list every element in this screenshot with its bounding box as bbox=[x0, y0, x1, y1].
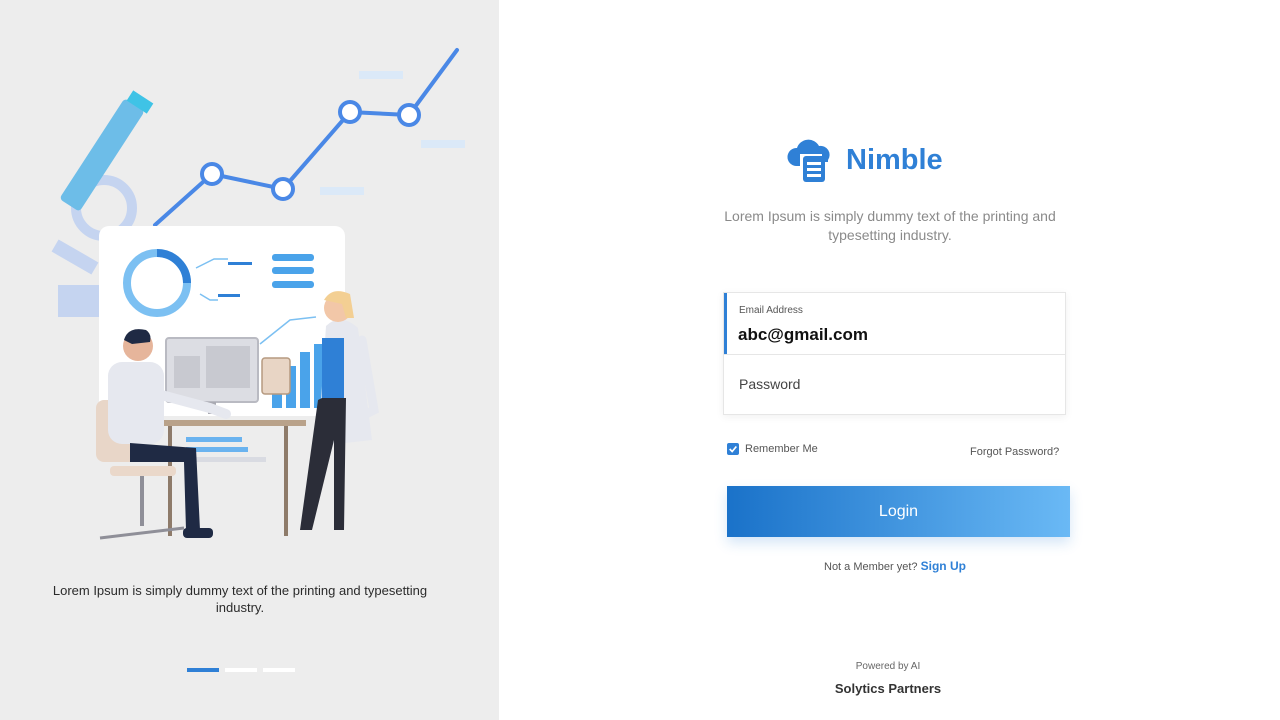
left-caption: Lorem Ipsum is simply dummy text of the … bbox=[52, 583, 428, 615]
email-field-container: Email Address bbox=[724, 293, 1065, 354]
company-name: Solytics Partners bbox=[834, 681, 942, 696]
cloud-database-icon bbox=[787, 139, 830, 182]
carousel-dot-3[interactable] bbox=[263, 668, 295, 672]
email-input[interactable] bbox=[738, 325, 1038, 345]
login-form: Email Address bbox=[723, 292, 1066, 415]
carousel-dot-1[interactable] bbox=[187, 668, 219, 672]
brand-name: Nimble bbox=[846, 143, 943, 176]
brand: Nimble bbox=[786, 136, 943, 184]
login-panel: Nimble Lorem Ipsum is simply dummy text … bbox=[499, 0, 1280, 720]
login-button[interactable]: Login bbox=[727, 486, 1070, 537]
deco-block bbox=[359, 71, 403, 79]
tagline: Lorem Ipsum is simply dummy text of the … bbox=[724, 208, 1056, 243]
remember-me-checkbox[interactable]: Remember Me bbox=[727, 443, 818, 455]
carousel-indicator bbox=[187, 668, 295, 672]
signup-row: Not a Member yet? Sign Up bbox=[824, 559, 966, 573]
carousel-dot-2[interactable] bbox=[225, 668, 257, 672]
signup-link[interactable]: Sign Up bbox=[921, 559, 966, 573]
left-panel: Lorem Ipsum is simply dummy text of the … bbox=[0, 0, 499, 720]
remember-me-label: Remember Me bbox=[745, 443, 818, 455]
forgot-password-link[interactable]: Forgot Password? bbox=[970, 446, 1059, 458]
trend-line-chart bbox=[153, 48, 459, 227]
signup-prompt: Not a Member yet? bbox=[824, 561, 918, 573]
deco-block bbox=[421, 140, 465, 148]
password-field-container bbox=[724, 354, 1065, 415]
checkbox-checked-icon[interactable] bbox=[727, 443, 739, 455]
powered-by-text: Powered by AI bbox=[855, 661, 921, 672]
analytics-illustration bbox=[51, 48, 465, 540]
deco-block bbox=[320, 187, 364, 195]
password-input[interactable] bbox=[739, 376, 1039, 392]
email-label: Email Address bbox=[739, 305, 803, 316]
